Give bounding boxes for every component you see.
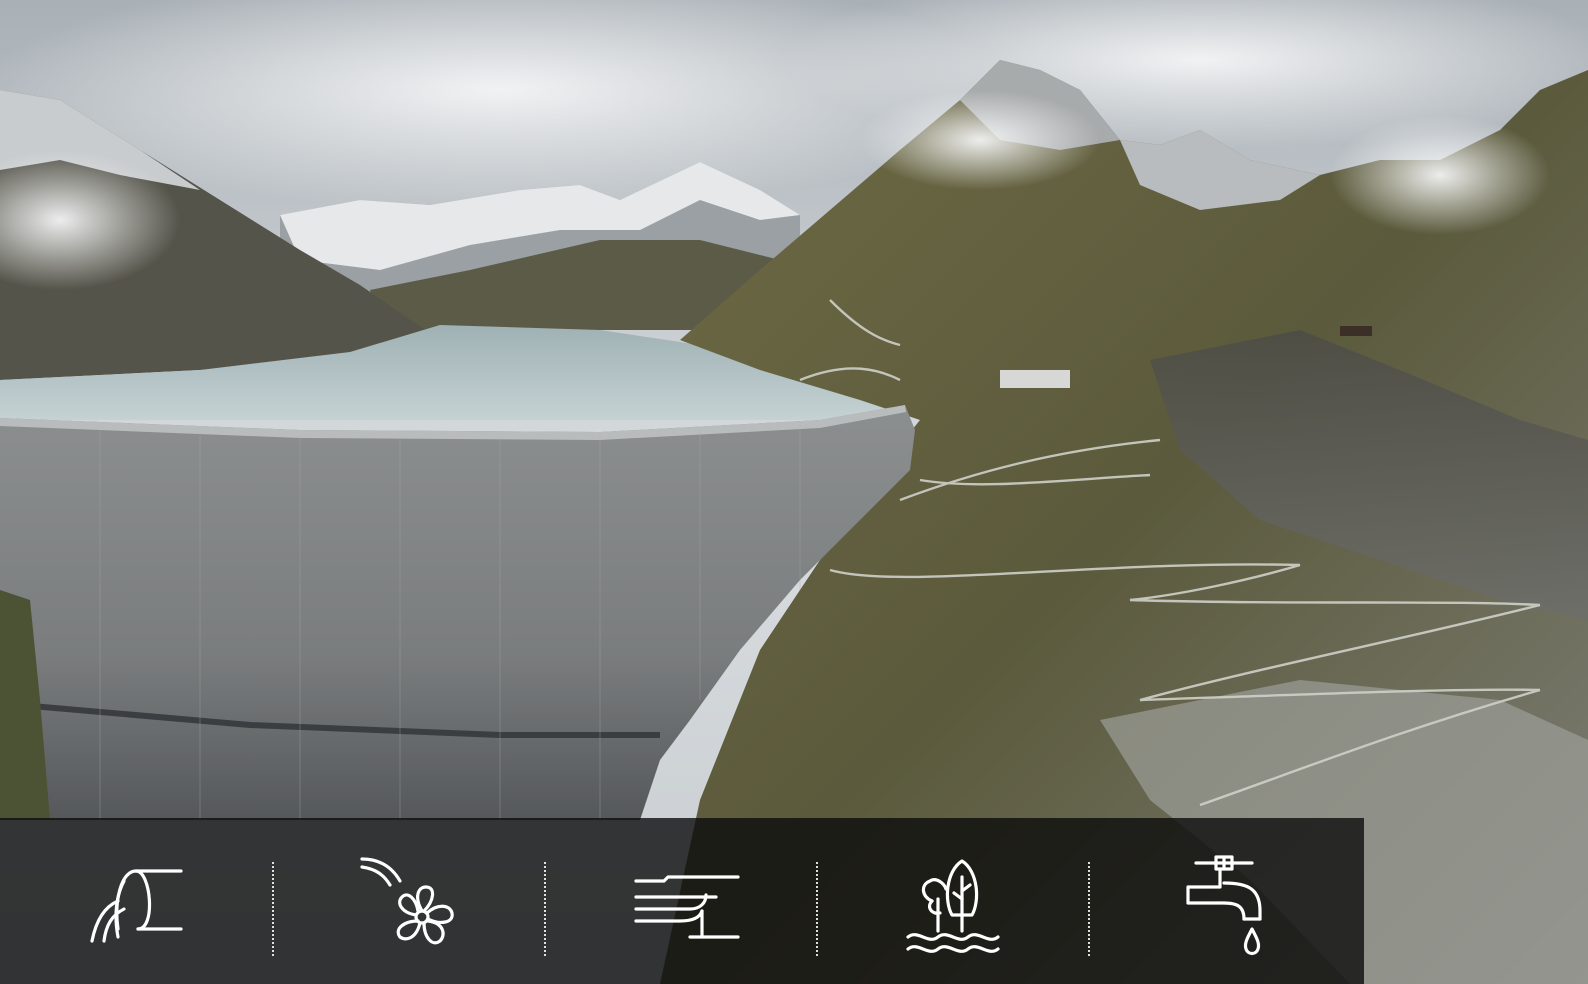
icon-cell-dam[interactable] [0, 818, 272, 984]
icon-bar [0, 818, 1364, 984]
icon-cell-trees[interactable] [816, 818, 1088, 984]
icon-cell-channel[interactable] [544, 818, 816, 984]
water-flow-channel-icon [634, 875, 740, 939]
trees-water-icon [906, 859, 1000, 953]
water-tap-drop-icon [1186, 855, 1262, 956]
turbine-fan-icon [360, 857, 454, 945]
icon-cell-turbine[interactable] [272, 818, 544, 984]
icon-cell-tap[interactable] [1088, 818, 1360, 984]
dam-water-outflow-icon [90, 869, 183, 943]
